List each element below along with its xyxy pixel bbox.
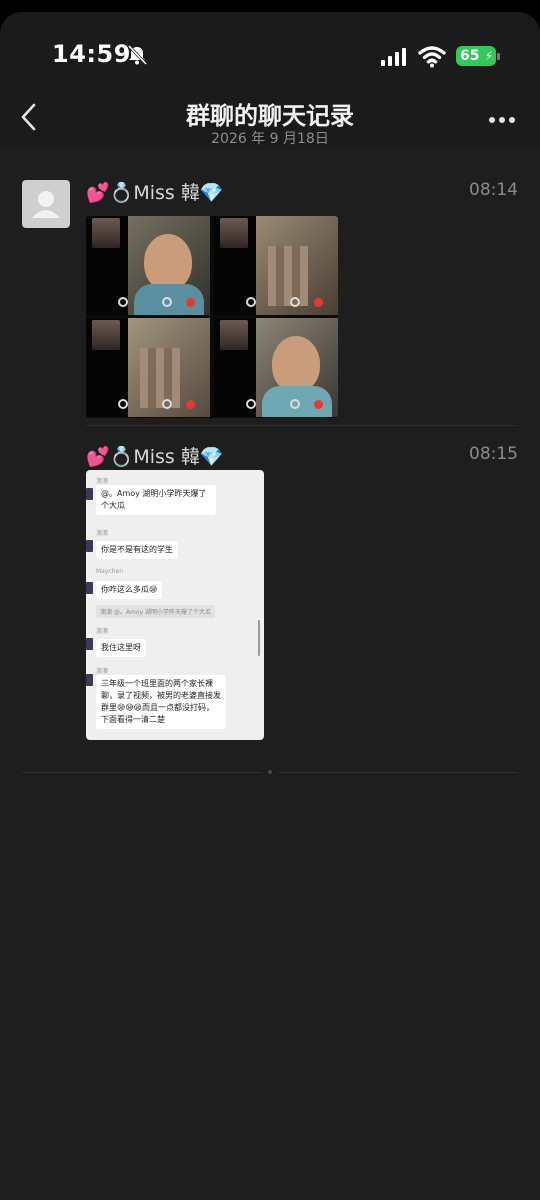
chat-history-screen: 14:59 65 ⚡ 群聊的聊天记录 2026 年 9 月18日 💕💍Miss … — [0, 12, 540, 1200]
charging-bolt-icon: ⚡ — [484, 49, 493, 63]
message-item: 💕💍Miss 韓💎 08:14 — [86, 178, 518, 428]
status-time: 14:59 — [52, 40, 131, 68]
bell-muted-icon — [127, 44, 148, 66]
battery-level: 65 — [460, 48, 480, 64]
message-list[interactable]: 💕💍Miss 韓💎 08:14 💕💍Miss 韓💎 08:15 澳澳 @。Amo… — [0, 150, 540, 1200]
video-tile — [214, 318, 338, 417]
battery-nub — [497, 53, 500, 60]
avatar — [86, 638, 93, 650]
list-item: 澳澳 你是不是有这的学生 — [96, 528, 256, 559]
message-time: 08:14 — [469, 180, 518, 200]
list-item: 澳澳 我住这里呀 — [96, 626, 256, 657]
message-time: 08:15 — [469, 444, 518, 464]
chat-screenshot-image[interactable]: 澳澳 @。Amoy 湖明小学昨天爆了个大瓜 澳澳 你是不是有这的学生 Maych… — [86, 470, 264, 740]
sender-name: 💕💍Miss 韓💎 — [86, 182, 224, 204]
end-dot — [268, 770, 272, 774]
cellular-signal-icon — [381, 48, 406, 66]
video-tile — [86, 216, 210, 315]
avatar — [86, 488, 93, 500]
list-item: 澳澳 三年级一个班里面的两个家长裸聊，录了视频，被男的老婆直接发群里😪😪😪而且一… — [96, 666, 256, 729]
video-tile — [86, 318, 210, 417]
sender-name: 💕💍Miss 韓💎 — [86, 446, 224, 468]
more-options-icon[interactable] — [488, 116, 516, 124]
scrollbar — [258, 620, 260, 656]
end-divider — [278, 772, 518, 773]
battery-indicator: 65 ⚡ — [456, 46, 496, 66]
list-item: 澳澳 @。Amoy 湖明小学昨天爆了个大瓜 — [96, 476, 256, 515]
video-call-screenshot-image[interactable] — [86, 216, 338, 418]
wifi-icon — [418, 46, 446, 68]
avatar — [86, 540, 93, 552]
end-divider — [22, 772, 262, 773]
page-subtitle-date: 2026 年 9 月18日 — [211, 131, 329, 147]
video-tile — [214, 216, 338, 315]
avatar[interactable] — [22, 180, 70, 228]
avatar — [86, 582, 93, 594]
status-bar: 14:59 65 ⚡ — [0, 12, 540, 82]
avatar — [86, 674, 93, 686]
message-divider — [86, 425, 518, 426]
list-item: Maychen 你咋这么多瓜😪 澳澳 @。Amoy 湖明小学昨天爆了个大瓜 — [96, 568, 256, 618]
nav-bar: 群聊的聊天记录 2026 年 9 月18日 — [0, 82, 540, 150]
default-avatar-icon — [32, 191, 60, 218]
page-title: 群聊的聊天记录 — [186, 102, 354, 130]
